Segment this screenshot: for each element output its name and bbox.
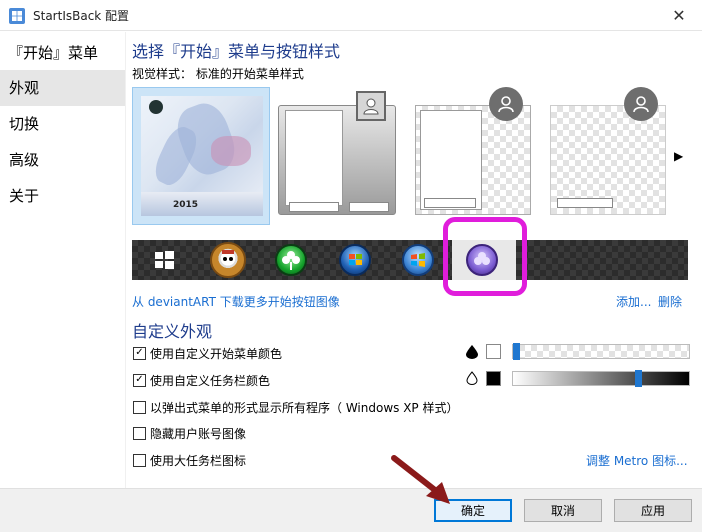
adjust-metro-icons-link[interactable]: 调整 Metro 图标... (586, 452, 688, 469)
windows-logo-orb-icon[interactable] (148, 244, 180, 276)
sidebar-item-appearance[interactable]: 外观 (0, 70, 125, 106)
sidebar-item-advanced[interactable]: 高级 (0, 142, 125, 178)
user-round-icon-2 (624, 87, 658, 121)
thumb-artwork-image: 2015 (141, 96, 263, 216)
sidebar-header: 『开始』菜单 (8, 44, 99, 62)
checkbox-unchecked[interactable] (133, 453, 146, 467)
apply-button[interactable]: 应用 (614, 499, 692, 522)
checkbox-checked[interactable]: ✓ (133, 373, 146, 387)
win7-orb-icon[interactable] (339, 244, 371, 276)
user-avatar-icon (356, 91, 386, 121)
option-custom-taskbar-color[interactable]: ✓ 使用自定义任务栏颜色 (133, 371, 270, 389)
option-custom-menu-color[interactable]: ✓ 使用自定义开始菜单颜色 (133, 344, 282, 362)
option-large-taskbar-icons[interactable]: 使用大任务栏图标 (133, 451, 246, 469)
option-hide-user-picture[interactable]: 隐藏用户账号图像 (133, 424, 246, 442)
taskbar-color-swatch[interactable] (486, 371, 501, 386)
menu-transparency-slider[interactable] (512, 343, 690, 360)
orb-strip (132, 240, 688, 280)
option-label: 使用大任务栏图标 (150, 453, 247, 468)
win7-classic-orb-icon[interactable] (402, 244, 434, 276)
visual-style-value: 标准的开始菜单样式 (195, 67, 304, 81)
title-bar: StartIsBack 配置 ✕ (0, 0, 702, 31)
slider-thumb[interactable] (513, 343, 520, 360)
add-orb-link[interactable]: 添加... (616, 293, 651, 310)
option-label: 隐藏用户账号图像 (150, 426, 247, 441)
menu-color-swatch[interactable] (486, 344, 501, 359)
sidebar: 『开始』菜单 外观 切换 高级 关于 (0, 32, 126, 488)
delete-orb-link[interactable]: 删除 (658, 293, 682, 310)
checkbox-unchecked[interactable] (133, 426, 146, 440)
sidebar-item-about[interactable]: 关于 (0, 178, 125, 214)
option-xp-style-all-programs[interactable]: 以弹出式菜单的形式显示所有程序（ Windows XP 样式） (133, 398, 458, 416)
clover-orb-icon[interactable] (275, 244, 307, 276)
thumb-year: 2015 (173, 200, 199, 210)
app-icon (9, 8, 25, 24)
style-thumb-classic[interactable] (278, 87, 396, 225)
slider-thumb[interactable] (635, 370, 642, 387)
ok-button[interactable]: 确定 (434, 499, 512, 522)
deviantart-link[interactable]: 从 deviantART 下载更多开始按钮图像 (132, 293, 340, 310)
drop-outline-icon (466, 371, 478, 385)
checkbox-checked[interactable]: ✓ (133, 346, 146, 360)
drop-filled-icon (466, 345, 478, 359)
checkbox-unchecked[interactable] (133, 400, 146, 414)
user-round-icon (489, 87, 523, 121)
footer: 确定 取消 应用 (0, 488, 702, 532)
style-thumb-transparent[interactable] (415, 87, 531, 225)
close-button[interactable]: ✕ (656, 0, 702, 31)
sidebar-item-switch[interactable]: 切换 (0, 106, 125, 142)
cancel-button[interactable]: 取消 (524, 499, 602, 522)
option-label: 使用自定义开始菜单颜色 (150, 346, 283, 361)
selection-highlight-ring (443, 217, 527, 296)
scroll-right-arrow-icon[interactable]: ▶ (674, 149, 683, 163)
section-title: 选择『开始』菜单与按钮样式 (132, 42, 341, 61)
taskbar-transparency-slider[interactable] (512, 370, 690, 387)
one-piece-orb-icon[interactable] (210, 242, 246, 278)
style-thumb-metro[interactable] (550, 87, 666, 225)
option-label: 使用自定义任务栏颜色 (150, 373, 271, 388)
thumb-orb (149, 100, 163, 114)
visual-style-label: 视觉样式： (132, 67, 193, 81)
window-title: StartIsBack 配置 (33, 9, 130, 23)
custom-appearance-title: 自定义外观 (132, 322, 213, 341)
option-label: 以弹出式菜单的形式显示所有程序（ Windows XP 样式） (150, 400, 459, 415)
style-thumb-artwork[interactable]: 2015 (132, 87, 270, 225)
visual-style-line: 视觉样式： 标准的开始菜单样式 (132, 65, 304, 82)
